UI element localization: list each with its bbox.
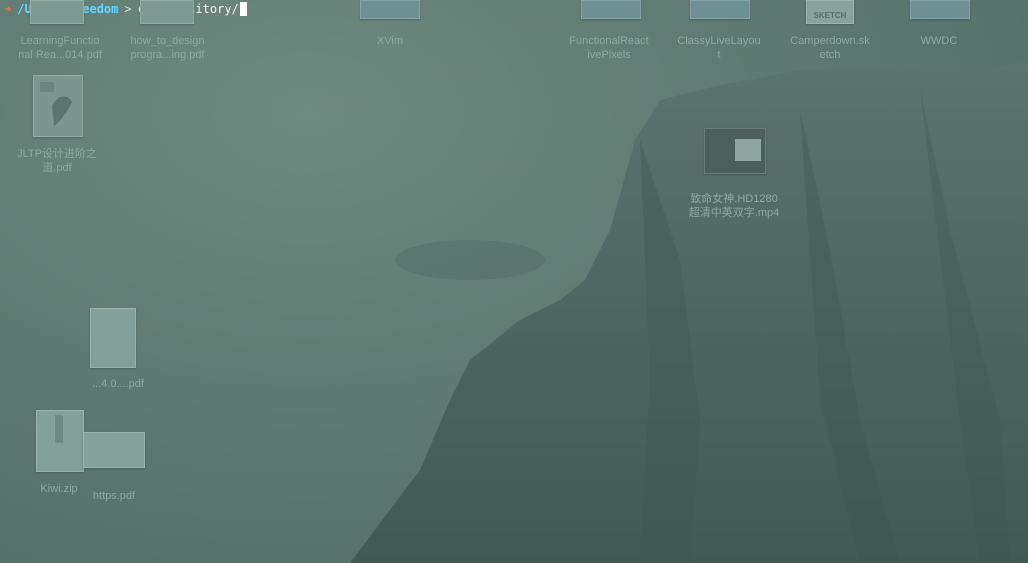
desktop-item-label[interactable]: LearningFunctio nal Rea...014.pdf	[4, 34, 116, 62]
folder-icon[interactable]	[360, 0, 420, 19]
pdf-file-icon[interactable]	[140, 0, 194, 24]
pdf-file-icon[interactable]	[33, 75, 83, 137]
desktop-item-label[interactable]: 致命女神.HD1280 超清中英双字.mp4	[670, 192, 798, 220]
pdf-file-icon[interactable]	[83, 432, 145, 468]
desktop-item-label[interactable]: Camperdown.sk etch	[776, 34, 884, 62]
desktop-item-label[interactable]: https.pdf	[78, 489, 150, 503]
desktop-item-label[interactable]: how_to_design progra...ing.pdf	[115, 34, 220, 62]
video-file-icon[interactable]	[704, 128, 766, 174]
book-cover-icon	[40, 82, 72, 126]
sketch-file-icon[interactable]: SKETCH	[806, 0, 854, 24]
zip-file-icon[interactable]	[36, 410, 84, 472]
prompt-separator: >	[124, 2, 132, 16]
sketch-badge: SKETCH	[813, 11, 847, 20]
video-thumbnail	[735, 139, 761, 161]
desktop-wallpaper	[350, 60, 1028, 563]
folder-icon[interactable]	[690, 0, 750, 19]
desktop-item-label[interactable]: FunctionalReact ivePixels	[555, 34, 663, 62]
folder-icon[interactable]	[581, 0, 641, 19]
desktop-item-label[interactable]: XVim	[350, 34, 430, 48]
desktop-item-label[interactable]: JLTP设计进阶之 道.pdf	[5, 147, 109, 175]
prompt-arrow-icon: ➜	[4, 2, 12, 16]
desktop-item-label[interactable]: WWDC	[900, 34, 978, 48]
folder-icon[interactable]	[910, 0, 970, 19]
pdf-file-icon[interactable]	[90, 308, 136, 368]
pdf-file-icon[interactable]	[30, 0, 84, 24]
terminal-cursor	[239, 2, 247, 16]
desktop-item-label[interactable]: ClassyLiveLayou t	[663, 34, 775, 62]
zipper-icon	[55, 415, 63, 443]
desktop-item-label[interactable]: ...4.0....pdf	[70, 377, 166, 391]
